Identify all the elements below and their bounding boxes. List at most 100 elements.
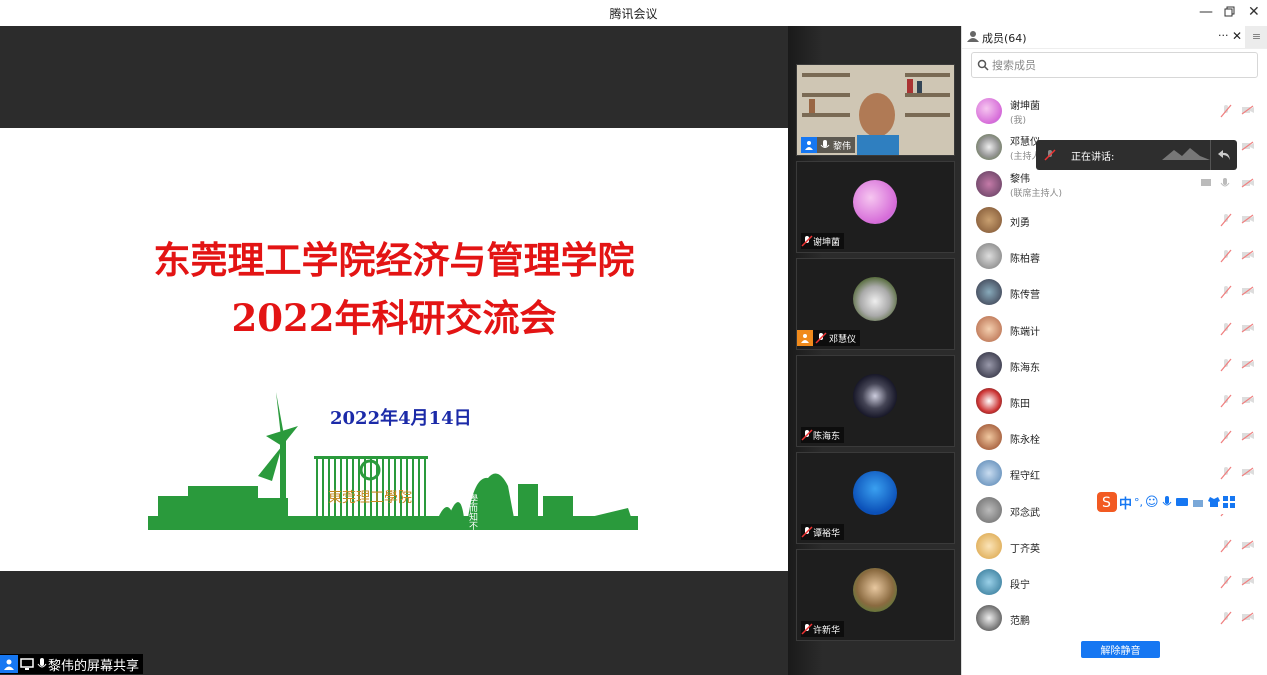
mic-muted-icon[interactable]	[1220, 430, 1232, 444]
close-button[interactable]: ✕	[1248, 4, 1260, 20]
member-name: 刘勇	[1010, 218, 1030, 229]
close-panel-button[interactable]: ✕	[1232, 29, 1242, 43]
avatar	[976, 605, 1002, 631]
mic-muted-icon[interactable]	[1220, 249, 1232, 263]
member-row[interactable]: 丁齐英	[976, 529, 1261, 563]
video-tile[interactable]: 陈海东	[796, 355, 955, 447]
camera-off-icon[interactable]	[1241, 395, 1255, 405]
camera-off-icon[interactable]	[1241, 286, 1255, 296]
member-row[interactable]: 陈端计	[976, 312, 1261, 346]
mic-muted-icon[interactable]	[1220, 104, 1232, 118]
members-panel: 成员(64) ··· ✕ ≡ 搜索成员 谢坤菌 (我) 邓慧仪 (主持人) 黎伟 (联席主…	[961, 26, 1267, 675]
camera-off-icon[interactable]	[1241, 105, 1255, 115]
keyboard-icon[interactable]	[1175, 496, 1189, 508]
participant-name: 邓慧仪	[829, 334, 857, 345]
mic-muted-icon[interactable]	[1220, 466, 1232, 480]
avatar	[853, 277, 897, 321]
video-tile[interactable]: 黎伟	[796, 64, 955, 156]
camera-off-icon[interactable]	[1241, 467, 1255, 477]
avatar	[853, 568, 897, 612]
member-row[interactable]: 段宁	[976, 565, 1261, 599]
member-row[interactable]: 黎伟 (联席主持人)	[976, 167, 1261, 201]
skin-icon[interactable]	[1207, 496, 1221, 508]
minimize-button[interactable]: —	[1199, 4, 1213, 20]
camera-off-icon[interactable]	[1241, 214, 1255, 224]
campus-motto: 學而知不足	[467, 493, 478, 536]
avatar	[976, 171, 1002, 197]
mic-muted-icon[interactable]	[1220, 285, 1232, 299]
ime-language[interactable]: 中	[1119, 493, 1132, 512]
member-row[interactable]: 谢坤菌 (我)	[976, 94, 1261, 128]
member-row[interactable]: 范鹏	[976, 601, 1261, 635]
camera-off-icon[interactable]	[1241, 141, 1255, 151]
collapse-icon[interactable]	[1217, 149, 1231, 161]
avatar	[976, 316, 1002, 342]
member-name: 邓念武	[1010, 508, 1040, 519]
camera-off-icon[interactable]	[1241, 576, 1255, 586]
avatar	[976, 533, 1002, 559]
member-name: 陈海东	[1010, 363, 1040, 374]
member-row[interactable]: 陈传营	[976, 275, 1261, 309]
participant-name: 谭裕华	[813, 528, 841, 539]
ime-toolbar[interactable]: S 中 °, ☺	[1097, 490, 1267, 514]
shared-screen: 东莞理工学院经济与管理学院 2022年科研交流会 2022年4月14日 東莞理工…	[0, 26, 788, 675]
participant-name: 许新华	[813, 625, 841, 636]
member-name: 程守红	[1010, 471, 1040, 482]
camera-off-icon[interactable]	[1241, 323, 1255, 333]
microphone-icon[interactable]	[1220, 177, 1230, 191]
menu-grid-icon[interactable]	[1222, 496, 1235, 508]
camera-off-icon[interactable]	[1241, 612, 1255, 622]
member-row[interactable]: 陈永栓	[976, 420, 1261, 454]
restore-button[interactable]	[1224, 6, 1235, 20]
member-row[interactable]: 陈海东	[976, 348, 1261, 382]
camera-off-icon[interactable]	[1241, 540, 1255, 550]
video-tile[interactable]: 谢坤菌	[796, 161, 955, 253]
camera-off-icon[interactable]	[1241, 359, 1255, 369]
mic-muted-icon[interactable]	[1220, 611, 1232, 625]
mic-muted-icon[interactable]	[1220, 575, 1232, 589]
mic-muted-icon[interactable]	[1220, 213, 1232, 227]
speaker-mic-icon	[1044, 149, 1056, 161]
unmute-button[interactable]: 解除静音	[1081, 641, 1160, 658]
camera-off-icon[interactable]	[1241, 178, 1255, 188]
host-user-icon	[797, 330, 813, 346]
more-options-button[interactable]: ···	[1218, 29, 1229, 42]
video-tile[interactable]: 谭裕华	[796, 452, 955, 544]
participant-label: 陈海东	[801, 427, 845, 443]
avatar	[976, 424, 1002, 450]
video-tile[interactable]: 邓慧仪	[796, 258, 955, 350]
mic-muted-icon	[801, 623, 813, 635]
member-row[interactable]: 陈柏蓉	[976, 239, 1261, 273]
voice-input-icon[interactable]	[1161, 495, 1173, 509]
emoji-icon[interactable]: ☺	[1145, 495, 1159, 510]
camera-off-icon[interactable]	[1241, 431, 1255, 441]
avatar	[853, 471, 897, 515]
member-row[interactable]: 陈田	[976, 384, 1261, 418]
microphone-icon	[36, 655, 48, 673]
mic-muted-icon	[801, 526, 813, 538]
campus-logo-text: 東莞理工學院	[328, 490, 412, 506]
mic-muted-icon[interactable]	[1220, 539, 1232, 553]
toolbox-icon[interactable]	[1191, 496, 1205, 508]
mic-muted-icon[interactable]	[1220, 322, 1232, 336]
panel-menu-button[interactable]: ≡	[1245, 26, 1267, 48]
mic-muted-icon[interactable]	[1220, 394, 1232, 408]
member-name: 段宁	[1010, 580, 1030, 591]
avatar	[976, 134, 1002, 160]
member-row[interactable]: 程守红	[976, 456, 1261, 490]
host-user-icon	[801, 137, 817, 153]
mic-muted-icon[interactable]	[1220, 358, 1232, 372]
members-panel-header: 成员(64) ··· ✕ ≡	[962, 26, 1267, 49]
participant-name: 陈海东	[813, 431, 841, 442]
video-tile[interactable]: 许新华	[796, 549, 955, 641]
ime-punctuation[interactable]: °,	[1134, 496, 1143, 509]
participant-label: 谭裕华	[801, 524, 845, 540]
participant-label: 许新华	[801, 621, 845, 637]
participant-label: 黎伟	[801, 137, 856, 153]
screen-share-label: 黎伟的屏幕共享	[0, 654, 144, 674]
member-role: (我)	[1010, 116, 1027, 126]
member-row[interactable]: 刘勇	[976, 203, 1261, 237]
camera-off-icon[interactable]	[1241, 250, 1255, 260]
screen-share-owner: 黎伟的屏幕共享	[48, 658, 140, 674]
search-members-input[interactable]: 搜索成员	[971, 52, 1258, 78]
